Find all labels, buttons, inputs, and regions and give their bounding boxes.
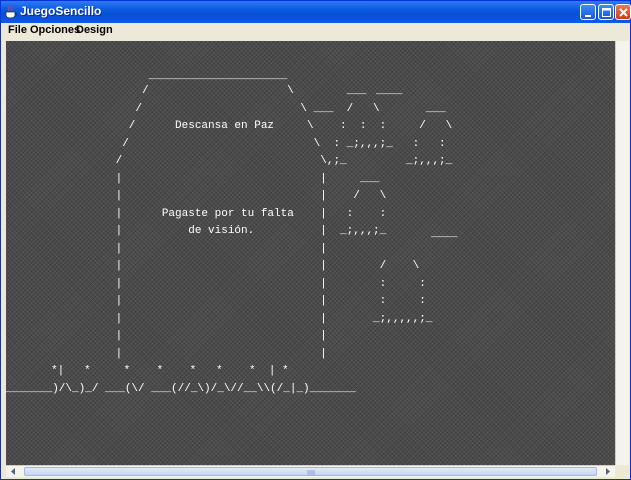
ascii-line: / Descansa en Paz \ : : : / \ [76, 120, 452, 132]
horizontal-scrollbar[interactable] [6, 465, 615, 477]
scroll-right-icon[interactable] [602, 466, 613, 477]
ascii-line: | | : : [76, 295, 426, 307]
ascii-line: | | [76, 243, 327, 255]
vertical-scroll-track[interactable] [616, 41, 629, 465]
ascii-line: _____________________ [76, 70, 288, 82]
ascii-line: | | : : [76, 278, 426, 290]
ascii-line: | | ___ [76, 173, 380, 185]
grip-icon [307, 470, 315, 475]
ascii-line: | | / \ [76, 190, 386, 202]
vertical-scrollbar[interactable] [615, 41, 629, 465]
menu-opciones[interactable]: Opciones [30, 24, 80, 36]
ascii-line: | Pagaste por tu falta | : : [76, 208, 386, 220]
ascii-line: | de visión. | _;,,,;_ [76, 225, 387, 237]
window-title: JuegoSencillo [20, 4, 102, 18]
app-window: JuegoSencillo File Opciones Design _____… [0, 0, 631, 480]
menu-bar: File Opciones Design [1, 23, 630, 39]
minimize-button[interactable] [580, 4, 596, 20]
ascii-mark: ____ [375, 85, 403, 97]
ascii-line: / \,;_ _;,,,;_ [76, 155, 453, 167]
horizontal-scroll-thumb[interactable] [24, 467, 597, 476]
java-coffee-cup-icon [5, 5, 17, 19]
menu-file[interactable]: File [8, 24, 27, 36]
ascii-line: | | [76, 348, 327, 360]
close-icon [619, 8, 628, 17]
title-bar[interactable]: JuegoSencillo [1, 1, 631, 23]
ascii-line: | | / \ [76, 260, 419, 272]
ascii-line: | | _;,,,,,;_ [76, 313, 433, 325]
minimize-icon [585, 15, 591, 17]
menu-design[interactable]: Design [76, 24, 113, 36]
ascii-line: *| * * * * * * | * [18, 365, 289, 377]
ascii-mark: ____ [430, 228, 458, 240]
ascii-line: _______)/\_)_/ ___(\/ ___(//_\)/_\//__\\… [6, 383, 356, 395]
ascii-line: | | [76, 330, 327, 342]
maximize-button[interactable] [598, 4, 614, 20]
close-button[interactable] [615, 4, 631, 20]
ascii-line: / \ ___ [76, 85, 367, 97]
ascii-line: / \ ___ / \ ___ [76, 103, 446, 115]
ascii-scene: _____________________ / \ ___ / \ ___ / … [6, 70, 458, 395]
game-canvas[interactable]: _____________________ / \ ___ / \ ___ / … [6, 41, 615, 465]
maximize-icon [602, 8, 611, 17]
scroll-left-icon[interactable] [8, 466, 19, 477]
ascii-line: / \ : _;,,,;_ : : [76, 138, 446, 150]
